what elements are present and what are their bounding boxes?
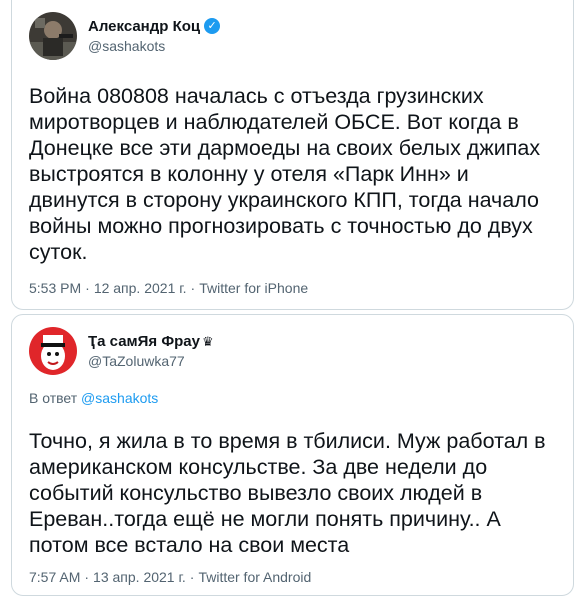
- tweet-source[interactable]: Twitter for Android: [198, 569, 311, 585]
- reply-to-line: В ответ @sashakots: [29, 390, 158, 406]
- tweet-date[interactable]: 12 апр. 2021 г.: [94, 280, 187, 296]
- avatar-image: [29, 327, 77, 375]
- tweet-date[interactable]: 13 апр. 2021 г.: [93, 569, 186, 585]
- avatar-image: [29, 12, 77, 60]
- author-handle[interactable]: @TaZoluwka77: [88, 352, 214, 371]
- reply-mention-link[interactable]: @sashakots: [81, 390, 158, 406]
- tweet-text: Точно, я жила в то время в тбилиси. Муж …: [29, 429, 546, 557]
- meta-separator: ·: [190, 280, 196, 296]
- tweet-meta: 5:53 PM · 12 апр. 2021 г. · Twitter for iPho…: [29, 280, 308, 296]
- tweet-text: Война 080808 началась с отъезда грузинск…: [29, 84, 541, 264]
- tweet-header: Александр Коц ✓ @sashakots: [29, 12, 221, 60]
- meta-separator: ·: [84, 569, 90, 585]
- tweet-card-original: Александр Коц ✓ @sashakots Война 080808 …: [11, 0, 574, 310]
- verified-badge-icon: ✓: [204, 18, 221, 34]
- avatar-aleksandr[interactable]: [29, 12, 77, 60]
- tweet-meta: 7:57 AM · 13 апр. 2021 г. · Twitter for Andr…: [29, 569, 311, 585]
- author-handle[interactable]: @sashakots: [88, 37, 220, 56]
- tweet-header: Ҭа самЯя Фрау ♛ @TaZoluwka77: [29, 327, 214, 375]
- author-name[interactable]: Александр Коц: [88, 17, 200, 36]
- tweet-time[interactable]: 7:57 AM: [29, 569, 80, 585]
- tweet-time[interactable]: 5:53 PM: [29, 280, 81, 296]
- reply-prefix: В ответ: [29, 390, 78, 406]
- tweet-source[interactable]: Twitter for iPhone: [199, 280, 308, 296]
- tweet-card-reply: Ҭа самЯя Фрау ♛ @TaZoluwka77 В ответ @sa…: [11, 314, 574, 596]
- avatar-frau[interactable]: [29, 327, 77, 375]
- meta-separator: ·: [189, 569, 195, 585]
- meta-separator: ·: [85, 280, 90, 296]
- author-name[interactable]: Ҭа самЯя Фрау: [88, 332, 200, 351]
- crown-icon: ♛: [202, 333, 214, 349]
